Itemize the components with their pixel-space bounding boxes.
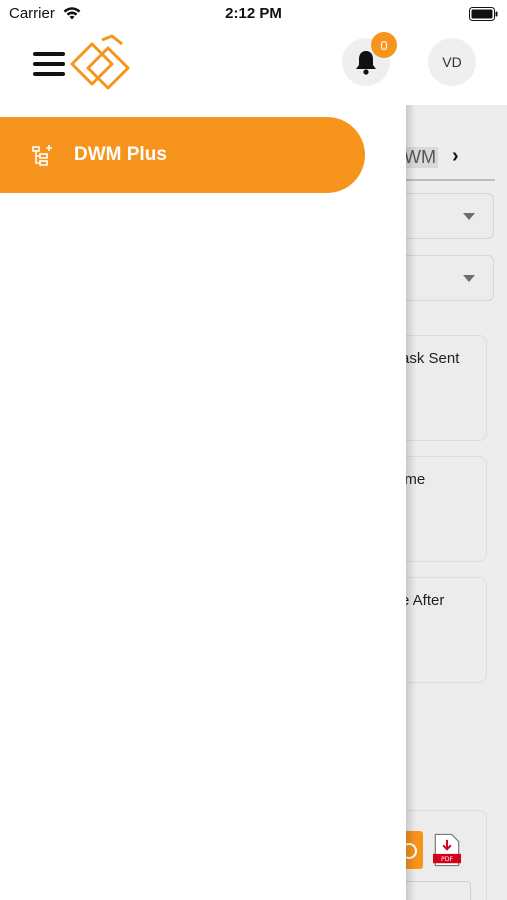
caret-down-icon xyxy=(463,275,475,282)
caret-down-icon xyxy=(463,213,475,220)
status-bar: Carrier 2:12 PM xyxy=(0,0,507,28)
drawer-item-label: DWM Plus xyxy=(74,144,167,165)
pdf-download-icon: PDF xyxy=(433,833,461,867)
side-drawer: DWM Plus xyxy=(0,105,406,900)
user-avatar[interactable]: VD xyxy=(428,38,476,86)
app-logo xyxy=(70,34,130,90)
battery-icon xyxy=(469,7,498,21)
hierarchy-add-icon xyxy=(32,145,52,166)
drawer-shadow xyxy=(406,105,416,900)
notification-count-badge: 0 xyxy=(371,32,397,58)
hamburger-menu-icon[interactable] xyxy=(33,50,65,78)
svg-text:PDF: PDF xyxy=(441,856,454,863)
app-header: 0 VD xyxy=(0,28,507,105)
chevron-right-icon: › xyxy=(452,145,459,167)
drawer-item-dwm-plus[interactable]: DWM Plus xyxy=(0,117,365,193)
clock: 2:12 PM xyxy=(225,5,282,22)
